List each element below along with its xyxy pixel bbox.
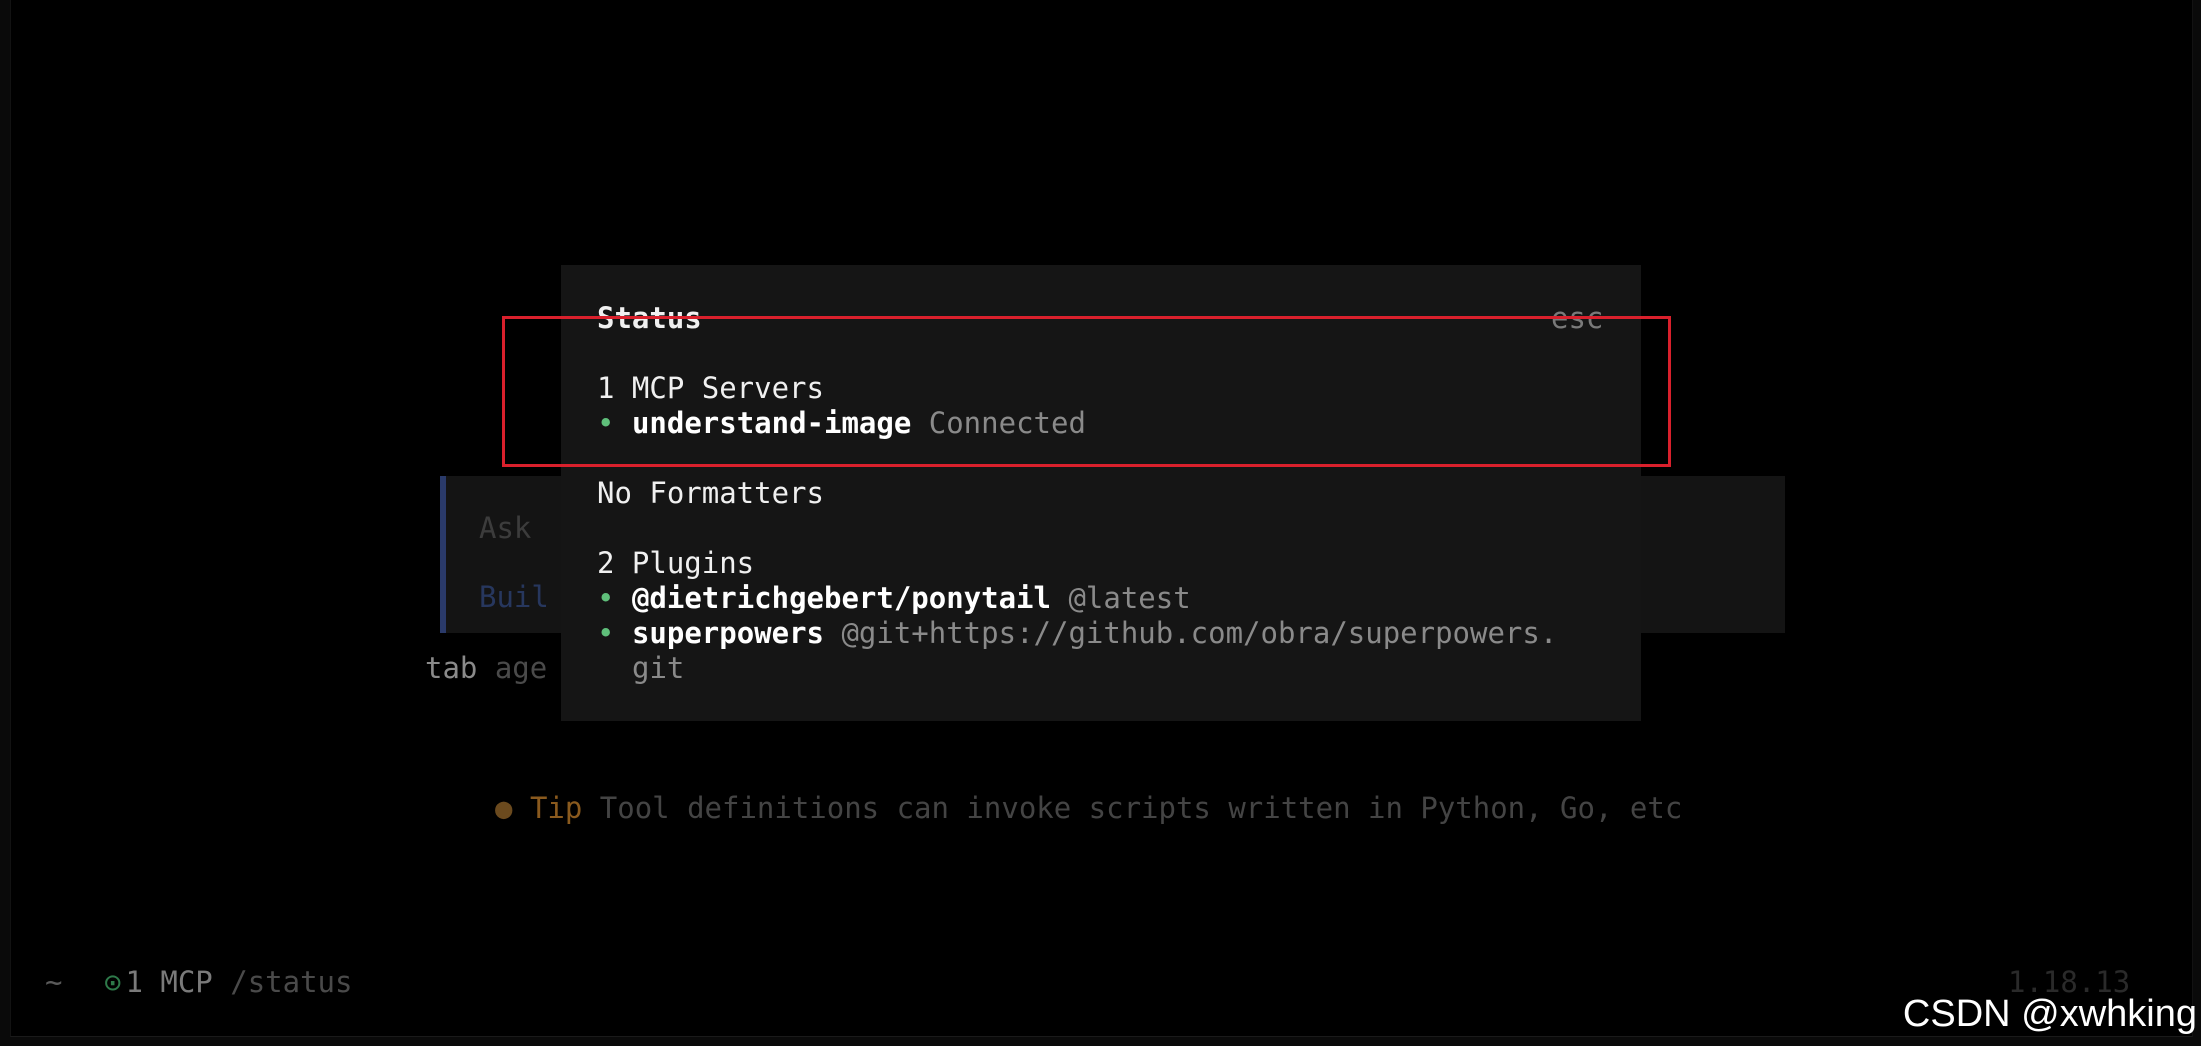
bullet-icon: • [597, 581, 615, 615]
plugin-name: superpowers [631, 616, 824, 650]
csdn-watermark: CSDN @xwhking [1902, 993, 2197, 1035]
plugin-name: @dietrichgebert/ponytail [631, 581, 1051, 615]
mcp-servers-header: 1 MCP Servers [597, 371, 824, 405]
mcp-circle-icon: ⊙ [104, 965, 122, 999]
mcp-server-state: Connected [928, 406, 1086, 440]
agent-mode-label: Buil [479, 580, 549, 614]
plugin-item: • @dietrichgebert/ponytail @latest [597, 581, 1191, 616]
mcp-status-indicator[interactable]: ⊙ 1 MCP /status [104, 965, 352, 1000]
dialog-title: Status [597, 301, 702, 335]
close-esc-button[interactable]: esc [1551, 301, 1603, 336]
plugins-header: 2 Plugins [597, 546, 755, 580]
tab-key-label: tab [425, 651, 478, 685]
tab-agent-hint: tab age [425, 651, 547, 686]
bullet-icon: • [597, 406, 615, 440]
prompt-placeholder: Ask [479, 511, 532, 545]
plugin-version: @git+https://github.com/obra/superpowers… [841, 616, 1558, 650]
plugin-version: @latest [1068, 581, 1191, 615]
tip-label: Tip [529, 791, 583, 825]
tip-text: Tool definitions can invoke scripts writ… [582, 791, 1683, 825]
formatters-header: No Formatters [597, 476, 824, 510]
terminal-screen: Ask Buil tab age ● Tip Tool definitions … [10, 0, 2193, 1037]
mcp-server-name: understand-image [631, 406, 912, 440]
tip-line: ● Tip Tool definitions can invoke script… [495, 791, 1682, 826]
tab-hint-text: age [477, 651, 548, 685]
bullet-icon: • [597, 616, 615, 650]
status-dialog: Status esc 1 MCP Servers • understand-im… [561, 265, 1641, 721]
plugin-version-continued: git [632, 651, 685, 685]
status-command: /status [230, 965, 353, 999]
mcp-server-item: • understand-image Connected [597, 406, 1086, 441]
cwd-indicator: ~ [45, 965, 63, 999]
mcp-count-label: 1 MCP [125, 965, 213, 999]
plugin-item: • superpowers @git+https://github.com/ob… [597, 616, 1557, 651]
tip-dot-icon: ● [495, 791, 513, 825]
